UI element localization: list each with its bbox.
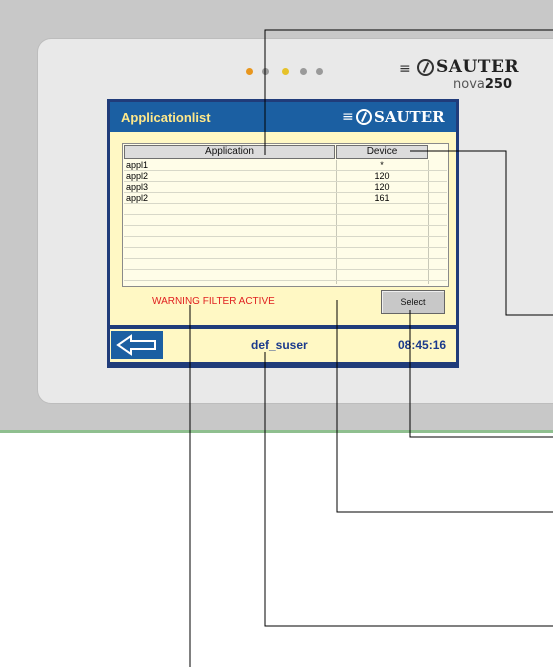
callout-line-user [264, 352, 553, 627]
callout-line-select-button [409, 310, 553, 438]
callout-leader-lines [189, 29, 553, 667]
callout-line-device-column [410, 150, 553, 316]
callout-line-column-header [264, 29, 553, 155]
callout-line-content-area [336, 300, 553, 513]
